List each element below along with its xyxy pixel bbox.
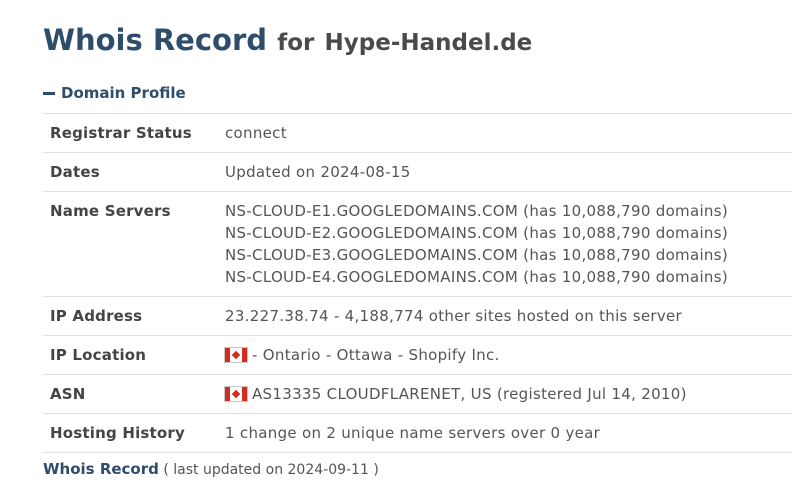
domain-profile-label: Domain Profile <box>61 84 186 102</box>
page-title-domain: Hype-Handel.de <box>324 30 533 56</box>
table-row: Registrar Status connect <box>43 113 792 153</box>
asn-cell: AS13335 CLOUDFLARENET, US (registered Ju… <box>225 374 792 414</box>
ip-location-cell: - Ontario - Ottawa - Shopify Inc. <box>225 335 792 375</box>
table-row: ASN AS13335 CLOUDFLARENET, US (registere… <box>43 374 792 414</box>
canada-flag-icon <box>225 348 247 362</box>
ip-location-label: IP Location <box>43 335 225 375</box>
name-servers-value: NS-CLOUD-E1.GOOGLEDOMAINS.COM (has 10,08… <box>225 191 792 297</box>
table-row: IP Address 23.227.38.74 - 4,188,774 othe… <box>43 296 792 336</box>
dates-value: Updated on 2024-08-15 <box>225 152 792 192</box>
asn-label: ASN <box>43 374 225 414</box>
table-row: Hosting History 1 change on 2 unique nam… <box>43 413 792 453</box>
name-server-item: NS-CLOUD-E2.GOOGLEDOMAINS.COM (has 10,08… <box>225 224 728 242</box>
ip-address-label: IP Address <box>43 296 225 336</box>
name-server-item: NS-CLOUD-E3.GOOGLEDOMAINS.COM (has 10,08… <box>225 246 728 264</box>
page-title-for: for <box>277 30 315 56</box>
name-servers-label: Name Servers <box>43 191 225 297</box>
domain-profile-toggle[interactable]: Domain Profile <box>43 84 186 102</box>
table-row: IP Location - Ontario - Ottawa - Shopify… <box>43 335 792 375</box>
table-row: Dates Updated on 2024-08-15 <box>43 152 792 192</box>
page-title-main: Whois Record <box>43 23 268 57</box>
name-server-item: NS-CLOUD-E4.GOOGLEDOMAINS.COM (has 10,08… <box>225 268 728 286</box>
dates-label: Dates <box>43 152 225 192</box>
whois-record-link[interactable]: Whois Record <box>43 460 159 478</box>
name-server-item: NS-CLOUD-E1.GOOGLEDOMAINS.COM (has 10,08… <box>225 202 728 220</box>
registrar-status-label: Registrar Status <box>43 113 225 153</box>
whois-record-footer: Whois Record ( last updated on 2024-09-1… <box>43 460 379 478</box>
ip-location-value: - Ontario - Ottawa - Shopify Inc. <box>252 346 500 364</box>
asn-value: AS13335 CLOUDFLARENET, US (registered Ju… <box>252 385 687 403</box>
domain-profile-table: Registrar Status connect Dates Updated o… <box>43 113 792 453</box>
registrar-status-value: connect <box>225 113 792 153</box>
canada-flag-icon <box>225 387 247 401</box>
ip-address-value: 23.227.38.74 - 4,188,774 other sites hos… <box>225 296 792 336</box>
hosting-history-label: Hosting History <box>43 413 225 453</box>
page-title: Whois Record for Hype-Handel.de <box>43 20 532 58</box>
last-updated-note: ( last updated on 2024-09-11 ) <box>163 462 379 478</box>
hosting-history-value: 1 change on 2 unique name servers over 0… <box>225 413 792 453</box>
table-row: Name Servers NS-CLOUD-E1.GOOGLEDOMAINS.C… <box>43 191 792 297</box>
minus-icon <box>43 91 55 95</box>
